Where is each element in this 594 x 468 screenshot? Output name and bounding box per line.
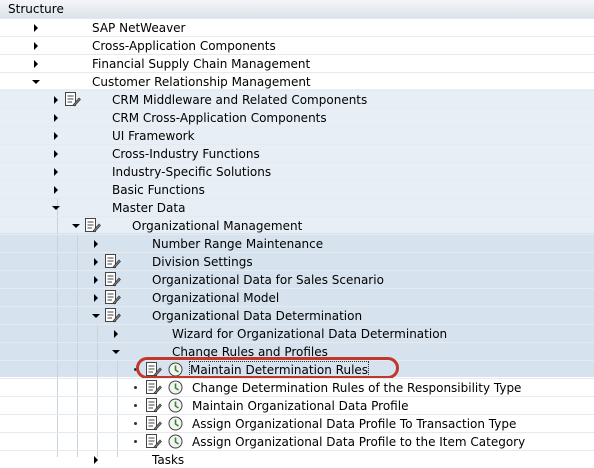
- tree-node-label[interactable]: Financial Supply Chain Management: [92, 56, 310, 72]
- tree-node-organizational-management[interactable]: Organizational Management: [0, 216, 594, 234]
- tree-node-label[interactable]: Cross-Industry Functions: [112, 146, 260, 162]
- tree-node-label[interactable]: Industry-Specific Solutions: [112, 164, 271, 180]
- tree-node-label[interactable]: Assign Organizational Data Profile To Tr…: [192, 416, 516, 432]
- tree-node-label[interactable]: Cross-Application Components: [92, 38, 276, 54]
- tree-node-label[interactable]: Wizard for Organizational Data Determina…: [172, 326, 447, 342]
- tree-node-label[interactable]: CRM Middleware and Related Components: [112, 92, 367, 108]
- expand-arrow-icon[interactable]: [114, 330, 118, 338]
- tree-node-maintain-org-data-profile[interactable]: Maintain Organizational Data Profile: [0, 396, 594, 414]
- expand-arrow-icon[interactable]: [54, 132, 58, 140]
- tree-node-industry-specific-solutions[interactable]: Industry-Specific Solutions: [0, 162, 594, 180]
- documentation-icon[interactable]: [145, 380, 162, 395]
- highlight-circle-annotation: [136, 357, 399, 379]
- tree-node-label[interactable]: Organizational Model: [152, 290, 279, 306]
- collapse-arrow-icon[interactable]: [112, 350, 120, 354]
- tree-node-number-range-maintenance[interactable]: Number Range Maintenance: [0, 234, 594, 252]
- expand-arrow-icon[interactable]: [54, 168, 58, 176]
- documentation-icon[interactable]: [64, 92, 81, 107]
- tree-node-customer-relationship-management[interactable]: Customer Relationship Management: [0, 72, 594, 90]
- execute-activity-icon[interactable]: [168, 434, 183, 449]
- tree-node-label[interactable]: Organizational Data Determination: [152, 308, 362, 324]
- structure-tree: SAP NetWeaver Cross-Application Componen…: [0, 18, 594, 467]
- execute-activity-icon[interactable]: [168, 416, 183, 431]
- tree-node-label[interactable]: SAP NetWeaver: [92, 20, 185, 36]
- expand-arrow-icon[interactable]: [54, 96, 58, 104]
- tree-node-master-data[interactable]: Master Data: [0, 198, 594, 216]
- expand-arrow-icon[interactable]: [94, 456, 98, 464]
- tree-node-label[interactable]: Division Settings: [152, 254, 253, 270]
- expand-arrow-icon[interactable]: [34, 60, 38, 68]
- collapse-arrow-icon[interactable]: [32, 80, 40, 84]
- documentation-icon[interactable]: [104, 254, 121, 269]
- tree-node-label[interactable]: UI Framework: [112, 128, 195, 144]
- execute-activity-icon[interactable]: [168, 398, 183, 413]
- documentation-icon[interactable]: [145, 398, 162, 413]
- tree-node-label[interactable]: Organizational Data for Sales Scenario: [152, 272, 384, 288]
- expand-arrow-icon[interactable]: [34, 24, 38, 32]
- tree-node-financial-supply-chain[interactable]: Financial Supply Chain Management: [0, 54, 594, 72]
- expand-arrow-icon[interactable]: [54, 150, 58, 158]
- tree-node-assign-profile-item-category[interactable]: Assign Organizational Data Profile to th…: [0, 432, 594, 450]
- documentation-icon[interactable]: [84, 218, 101, 233]
- leaf-bullet-icon: [134, 404, 137, 407]
- documentation-icon[interactable]: [145, 416, 162, 431]
- documentation-icon[interactable]: [104, 308, 121, 323]
- collapse-arrow-icon[interactable]: [92, 314, 100, 318]
- tree-node-label[interactable]: Number Range Maintenance: [152, 236, 323, 252]
- tree-node-label[interactable]: Maintain Organizational Data Profile: [192, 398, 408, 414]
- tree-node-label[interactable]: Tasks: [152, 452, 184, 468]
- tree-node-division-settings[interactable]: Division Settings: [0, 252, 594, 270]
- structure-header-title: Structure: [8, 2, 64, 16]
- documentation-icon[interactable]: [145, 434, 162, 449]
- leaf-bullet-icon: [134, 440, 137, 443]
- leaf-bullet-icon: [134, 422, 137, 425]
- tree-node-basic-functions[interactable]: Basic Functions: [0, 180, 594, 198]
- tree-node-sap-netweaver[interactable]: SAP NetWeaver: [0, 18, 594, 36]
- tree-node-organizational-model[interactable]: Organizational Model: [0, 288, 594, 306]
- expand-arrow-icon[interactable]: [54, 114, 58, 122]
- tree-node-cross-industry-functions[interactable]: Cross-Industry Functions: [0, 144, 594, 162]
- expand-arrow-icon[interactable]: [94, 240, 98, 248]
- execute-activity-icon[interactable]: [168, 380, 183, 395]
- tree-node-label[interactable]: Organizational Management: [132, 218, 302, 234]
- tree-node-org-data-determination[interactable]: Organizational Data Determination: [0, 306, 594, 324]
- expand-arrow-icon[interactable]: [54, 186, 58, 194]
- tree-node-label[interactable]: Master Data: [112, 200, 185, 216]
- tree-node-label[interactable]: Change Determination Rules of the Respon…: [192, 380, 521, 396]
- collapse-arrow-icon[interactable]: [52, 206, 60, 210]
- tree-node-assign-profile-transaction-type[interactable]: Assign Organizational Data Profile To Tr…: [0, 414, 594, 432]
- tree-node-ui-framework[interactable]: UI Framework: [0, 126, 594, 144]
- documentation-icon[interactable]: [104, 290, 121, 305]
- tree-node-tasks[interactable]: Tasks: [0, 450, 594, 468]
- expand-arrow-icon[interactable]: [34, 42, 38, 50]
- tree-node-crm-cross-application[interactable]: CRM Cross-Application Components: [0, 108, 594, 126]
- tree-node-label[interactable]: Customer Relationship Management: [92, 74, 311, 90]
- structure-header: Structure: [0, 0, 594, 19]
- tree-node-org-data-sales-scenario[interactable]: Organizational Data for Sales Scenario: [0, 270, 594, 288]
- collapse-arrow-icon[interactable]: [72, 224, 80, 228]
- expand-arrow-icon[interactable]: [94, 258, 98, 266]
- leaf-bullet-icon: [134, 386, 137, 389]
- tree-node-change-determination-rules-responsibility[interactable]: Change Determination Rules of the Respon…: [0, 378, 594, 396]
- documentation-icon[interactable]: [104, 272, 121, 287]
- tree-node-cross-application-components[interactable]: Cross-Application Components: [0, 36, 594, 54]
- tree-node-label[interactable]: Basic Functions: [112, 182, 205, 198]
- tree-node-wizard-org-data-determination[interactable]: Wizard for Organizational Data Determina…: [0, 324, 594, 342]
- tree-node-label[interactable]: Assign Organizational Data Profile to th…: [192, 434, 525, 450]
- tree-node-label[interactable]: CRM Cross-Application Components: [112, 110, 327, 126]
- expand-arrow-icon[interactable]: [94, 294, 98, 302]
- expand-arrow-icon[interactable]: [94, 276, 98, 284]
- tree-node-crm-middleware[interactable]: CRM Middleware and Related Components: [0, 90, 594, 108]
